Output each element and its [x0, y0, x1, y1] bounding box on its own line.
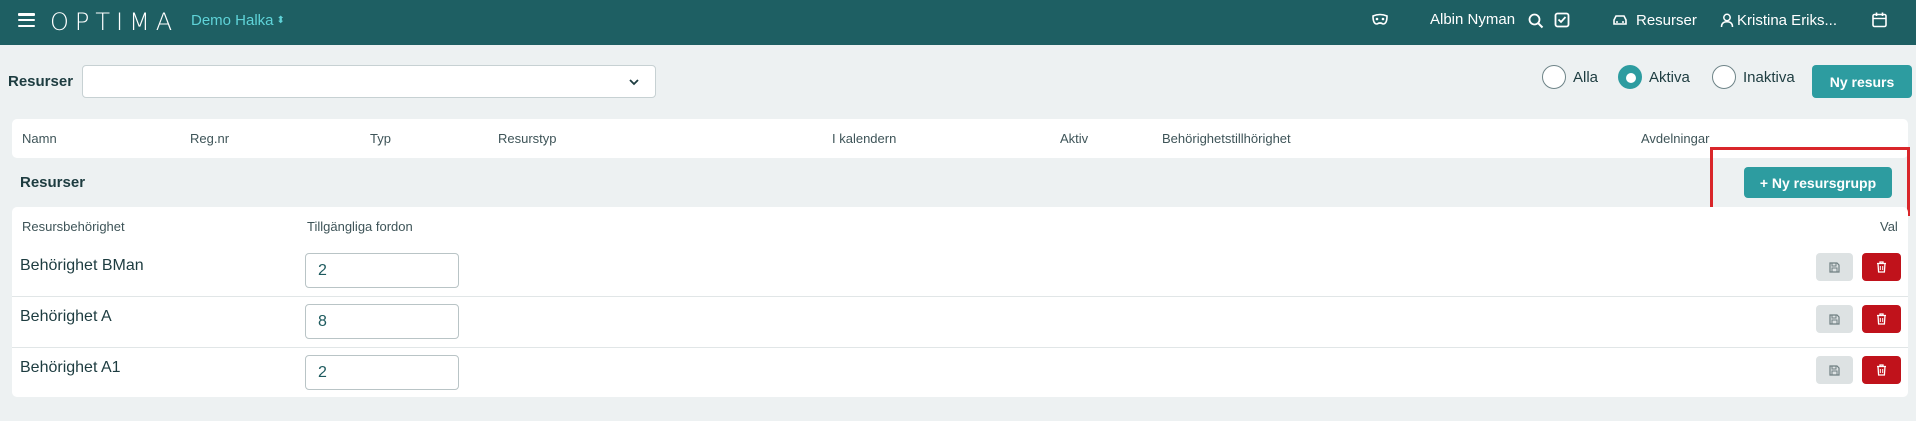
inbox-check-icon[interactable] [1554, 12, 1570, 28]
top-bar: OPTIMA Demo Halka ⬍ Albin Nyman Resurser… [0, 0, 1916, 45]
col-header-resource-type[interactable]: Resurstyp [498, 131, 557, 146]
delete-button[interactable] [1862, 356, 1901, 384]
col-header-available-vehicles: Tillgängliga fordon [307, 219, 413, 234]
radio-circle[interactable] [1618, 65, 1642, 89]
col-header-in-calendar[interactable]: I kalendern [832, 131, 896, 146]
car-icon[interactable] [1612, 14, 1628, 26]
radio-label: Aktiva [1649, 68, 1690, 86]
trash-icon [1877, 261, 1886, 273]
row-name: Behörighet BMan [20, 257, 144, 274]
radio-label: Alla [1573, 68, 1599, 86]
save-button[interactable] [1816, 305, 1853, 333]
chevron-updown-icon: ⬍ [276, 15, 285, 26]
current-user[interactable]: Kristina Eriks... [1737, 12, 1837, 29]
vehicles-input[interactable] [305, 253, 459, 288]
delete-button[interactable] [1862, 253, 1901, 281]
menu-icon[interactable] [18, 13, 35, 27]
radio-active[interactable]: Aktiva [1618, 65, 1690, 89]
vehicles-input[interactable] [305, 304, 459, 339]
col-header-permission[interactable]: Behörighetstillhörighet [1162, 131, 1291, 146]
row-name: Behörighet A1 [20, 359, 121, 376]
chevron-down-icon [627, 75, 641, 92]
radio-circle[interactable] [1542, 65, 1566, 89]
col-header-active[interactable]: Aktiv [1060, 131, 1088, 146]
col-header-type[interactable]: Typ [370, 131, 391, 146]
resources-link[interactable]: Resurser [1636, 12, 1697, 29]
impersonated-user[interactable]: Albin Nyman [1430, 11, 1515, 28]
calendar-icon[interactable] [1872, 12, 1887, 28]
resource-group-table [12, 207, 1908, 397]
delete-button[interactable] [1862, 305, 1901, 333]
save-icon [1829, 261, 1840, 273]
col-header-permission-group: Resursbehörighet [22, 219, 125, 234]
save-icon [1829, 364, 1840, 376]
radio-circle[interactable] [1712, 65, 1736, 89]
mask-icon[interactable] [1372, 13, 1388, 27]
project-name: Demo Halka [191, 12, 274, 29]
col-header-actions: Val [1880, 219, 1898, 234]
save-button[interactable] [1816, 356, 1853, 384]
row-name: Behörighet A [20, 308, 112, 325]
highlight-box [1710, 147, 1910, 216]
project-switcher[interactable]: Demo Halka ⬍ [191, 12, 285, 29]
save-button[interactable] [1816, 253, 1853, 281]
save-icon [1829, 313, 1840, 325]
trash-icon [1877, 364, 1886, 376]
trash-icon [1877, 313, 1886, 325]
radio-label: Inaktiva [1743, 68, 1795, 86]
user-icon[interactable] [1720, 13, 1734, 28]
radio-all[interactable]: Alla [1542, 65, 1598, 89]
section-title: Resurser [20, 174, 86, 191]
col-header-name[interactable]: Namn [22, 131, 57, 146]
row-divider [12, 296, 1908, 297]
new-resource-button[interactable]: Ny resurs [1812, 65, 1912, 98]
row-divider [12, 347, 1908, 348]
search-icon[interactable] [1528, 13, 1544, 29]
radio-inactive[interactable]: Inaktiva [1712, 65, 1795, 89]
app-logo[interactable]: OPTIMA [50, 8, 178, 36]
filter-label: Resurser [8, 73, 74, 90]
col-header-departments[interactable]: Avdelningar [1641, 131, 1709, 146]
col-header-regnr[interactable]: Reg.nr [190, 131, 229, 146]
resource-select[interactable] [82, 65, 656, 98]
resource-table-header [12, 119, 1908, 158]
vehicles-input[interactable] [305, 355, 459, 390]
